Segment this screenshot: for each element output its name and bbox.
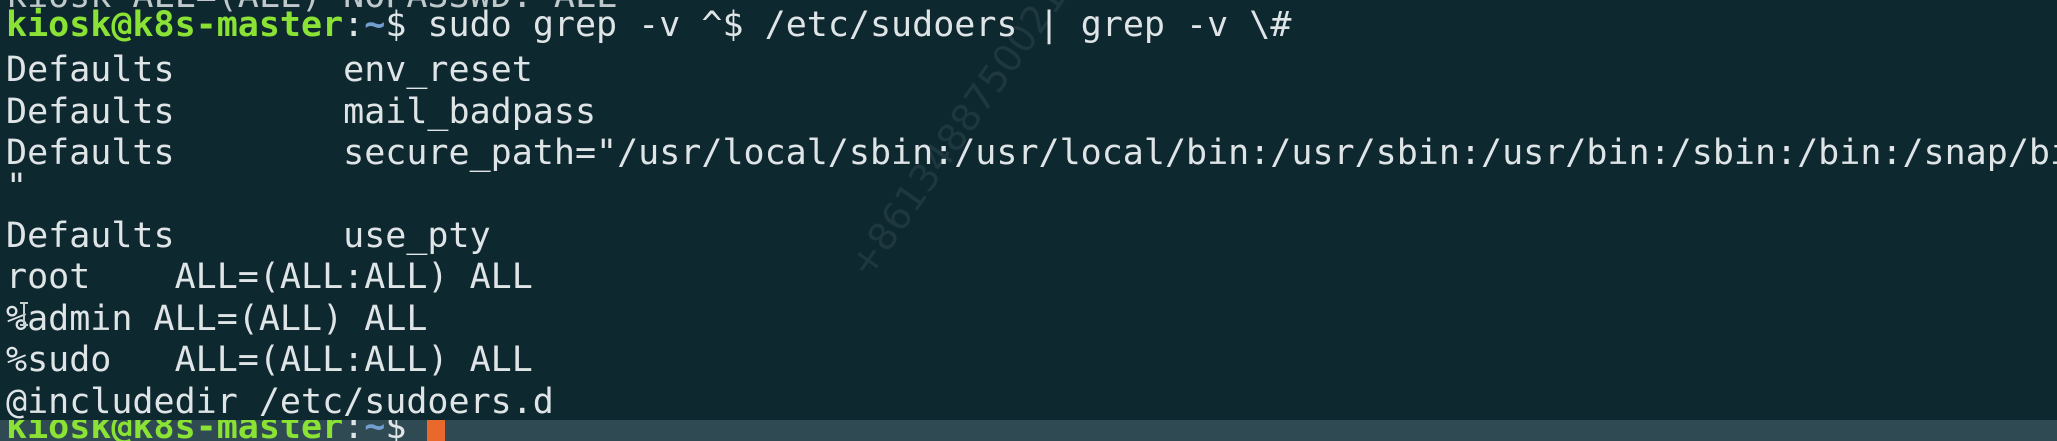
prompt-user-host: kiosk@k8s-master (6, 5, 344, 45)
output-line: Defaults secure_path="/usr/local/sbin:/u… (6, 133, 2057, 173)
output-line: @includedir /etc/sudoers.d (6, 382, 554, 422)
output-line: Defaults mail_badpass (6, 92, 597, 132)
prompt-separator: : (343, 420, 365, 441)
current-prompt-line: kiosk@k8s-master:~$ (6, 420, 446, 441)
block-cursor (427, 420, 446, 441)
output-line: %admin ALL=(ALL) ALL (6, 299, 428, 339)
current-prompt-bar[interactable]: kiosk@k8s-master:~$ (0, 420, 2057, 441)
prompt-separator: : (343, 5, 365, 45)
output-line: " (6, 167, 28, 207)
output-line: Defaults env_reset (6, 50, 533, 90)
output-line: Defaults use_pty (6, 216, 491, 256)
command-text: sudo grep -v ^$ /etc/sudoers | grep -v \… (427, 5, 1292, 45)
prompt-user-host: kiosk@k8s-master (6, 420, 344, 441)
command-line: kiosk@k8s-master:~$ sudo grep -v ^$ /etc… (6, 5, 1291, 46)
terminal-window[interactable]: kiosk ALL=(ALL) NOPASSWD: ALL kiosk@k8s-… (0, 0, 2057, 441)
prompt-symbol: $ (385, 420, 428, 441)
prompt-symbol: $ (385, 5, 428, 45)
output-line: %sudo ALL=(ALL:ALL) ALL (6, 340, 533, 380)
prompt-path: ~ (364, 420, 386, 441)
output-line: root ALL=(ALL:ALL) ALL (6, 257, 533, 297)
text-cursor-icon (20, 302, 28, 326)
prompt-path: ~ (364, 5, 386, 45)
